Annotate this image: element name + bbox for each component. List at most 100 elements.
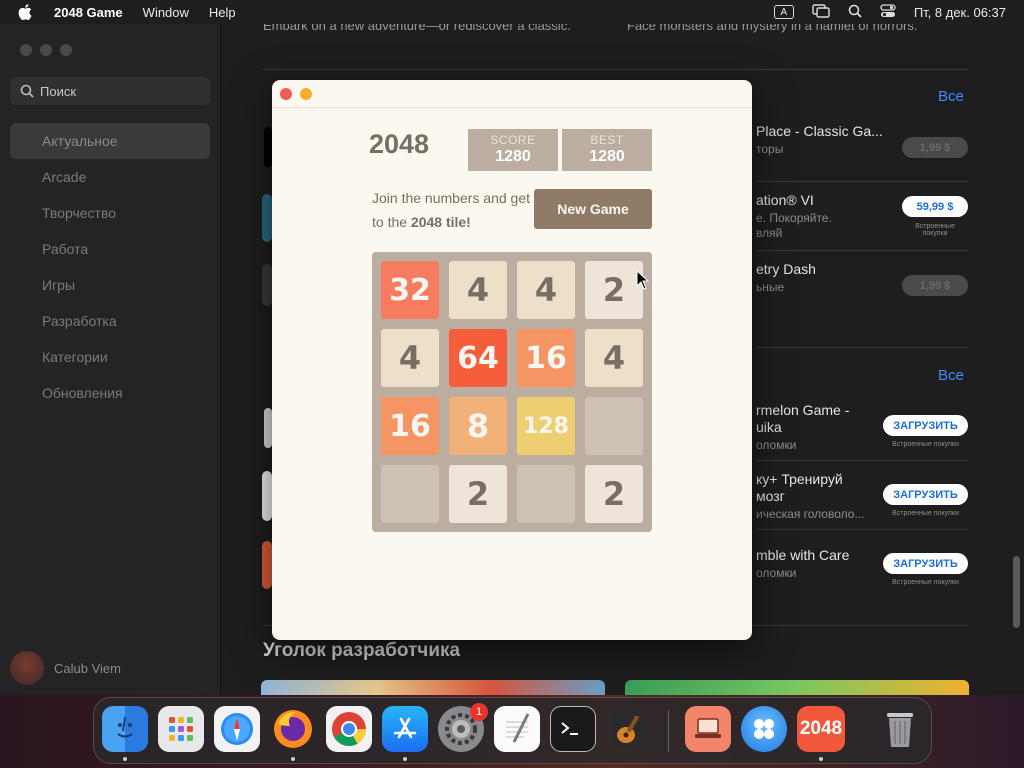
menu-app-name[interactable]: 2048 Game [54, 5, 123, 20]
apple-menu-icon[interactable] [18, 3, 36, 21]
app-category: ьные [756, 280, 785, 294]
tile-16: 16 [381, 397, 439, 455]
avatar [10, 651, 44, 685]
running-indicator [403, 757, 407, 761]
in-app-purchases-note: Встроенные покупки [892, 579, 959, 586]
new-game-button[interactable]: New Game [534, 189, 652, 229]
chrome-icon[interactable] [326, 706, 372, 752]
search-placeholder: Поиск [40, 83, 77, 99]
empty-cell [585, 397, 643, 455]
sidebar-item-create[interactable]: Творчество [10, 195, 210, 231]
sidebar-item-label: Актуальное [42, 133, 118, 149]
get-button[interactable]: ЗАГРУЗИТЬ [883, 553, 968, 574]
app-category: оломки [756, 566, 797, 580]
menu-clock[interactable]: Пт, 8 дек. 06:37 [914, 5, 1006, 20]
sidebar-item-categories[interactable]: Категории [10, 339, 210, 375]
see-all-link[interactable]: Все [938, 88, 964, 105]
price-button[interactable]: 1,99 $ [902, 275, 968, 296]
screen-mirroring-icon[interactable] [812, 3, 830, 21]
app-name[interactable]: Place - Classic Ga... [756, 123, 883, 139]
game-board[interactable]: 32 4 4 2 4 64 16 4 16 8 128 2 2 [372, 252, 652, 532]
sidebar-item-discover[interactable]: Актуальное [10, 123, 210, 159]
see-all-link[interactable]: Все [938, 367, 964, 384]
sidebar-item-updates[interactable]: Обновления [10, 375, 210, 411]
app-name[interactable]: mble with Care [756, 547, 849, 563]
safari-icon[interactable] [214, 706, 260, 752]
dock: 1 2048 [93, 697, 932, 764]
sidebar-item-label: Разработка [42, 313, 117, 329]
score-value: 1280 [495, 148, 531, 165]
sidebar-item-play[interactable]: Игры [10, 267, 210, 303]
app-thumbnail[interactable] [262, 194, 272, 242]
section-title: Уголок разработчика [263, 640, 461, 661]
zoom-button[interactable] [60, 44, 72, 56]
sidebar-item-arcade[interactable]: Arcade [10, 159, 210, 195]
app-thumbnail[interactable] [262, 264, 272, 306]
scrollbar[interactable] [1013, 556, 1020, 628]
dots-app-icon[interactable] [741, 706, 787, 752]
app-store-icon[interactable] [382, 706, 428, 752]
get-button[interactable]: ЗАГРУЗИТЬ [883, 484, 968, 505]
app-name[interactable]: мозг [756, 488, 785, 504]
user-name: Calub Viem [54, 660, 121, 676]
control-center-icon[interactable] [880, 3, 896, 21]
tile-8: 8 [449, 397, 507, 455]
app-thumbnail[interactable] [262, 541, 272, 589]
menu-help[interactable]: Help [209, 5, 236, 20]
finder-icon[interactable] [102, 706, 148, 752]
menu-window[interactable]: Window [143, 5, 189, 20]
story-caption: Face monsters and mystery in a hamlet of… [627, 24, 918, 33]
app-thumbnail[interactable] [264, 408, 272, 448]
app-category: ическая головоло... [756, 507, 865, 521]
garageband-icon[interactable] [606, 706, 652, 752]
launchpad-icon[interactable] [158, 706, 204, 752]
trash-icon[interactable] [877, 706, 923, 752]
app-name[interactable]: etry Dash [756, 261, 816, 277]
remote-desktop-icon[interactable] [685, 706, 731, 752]
firefox-icon[interactable] [270, 706, 316, 752]
sidebar-item-develop[interactable]: Разработка [10, 303, 210, 339]
app-name[interactable]: ation® VI [756, 192, 814, 208]
sidebar-item-label: Творчество [42, 205, 117, 221]
app-store-sidebar: Поиск Актуальное Arcade Творчество Работ… [0, 24, 221, 695]
developer-story-card[interactable] [261, 680, 605, 695]
score-label: SCORE [490, 133, 536, 147]
game-window: 2048 SCORE 1280 BEST 1280 Join the numbe… [272, 80, 752, 640]
sidebar-nav: Актуальное Arcade Творчество Работа Игры… [10, 123, 210, 411]
game-title: 2048 [369, 129, 430, 159]
input-source-icon[interactable]: A [773, 5, 794, 19]
account-button[interactable]: Calub Viem [10, 651, 121, 685]
best-value: 1280 [589, 148, 625, 165]
app-name[interactable]: uika [756, 419, 782, 435]
sidebar-item-work[interactable]: Работа [10, 231, 210, 267]
tile-4: 4 [585, 329, 643, 387]
close-button[interactable] [20, 44, 32, 56]
spotlight-search-icon[interactable] [848, 4, 862, 21]
in-app-purchases-note: Встроенные покупки [915, 223, 955, 237]
tile-4: 4 [381, 329, 439, 387]
app-name[interactable]: ку+ Тренируй [756, 471, 843, 487]
app-subtitle: е. Покоряйте. [756, 211, 832, 225]
game-2048-icon[interactable]: 2048 [797, 706, 845, 752]
app-thumbnail[interactable] [262, 471, 272, 521]
price-button[interactable]: 59,99 $ [902, 196, 968, 217]
search-input[interactable]: Поиск [10, 77, 210, 105]
terminal-icon[interactable] [550, 706, 596, 752]
price-button[interactable]: 1,99 $ [902, 137, 968, 158]
minimize-button[interactable] [300, 88, 312, 100]
app-thumbnail[interactable] [264, 127, 272, 167]
minimize-button[interactable] [40, 44, 52, 56]
get-button[interactable]: ЗАГРУЗИТЬ [883, 415, 968, 436]
close-button[interactable] [280, 88, 292, 100]
empty-cell [381, 465, 439, 523]
textedit-icon[interactable] [494, 706, 540, 752]
best-score-box: BEST 1280 [562, 129, 652, 171]
developer-story-card[interactable] [625, 680, 969, 695]
divider [756, 529, 968, 530]
tile-16: 16 [517, 329, 575, 387]
app-name[interactable]: rmelon Game - [756, 402, 849, 418]
notification-badge: 1 [470, 703, 488, 721]
game-intro: Join the numbers and get to the 2048 til… [372, 186, 532, 234]
running-indicator [819, 757, 823, 761]
sidebar-item-label: Arcade [42, 169, 87, 185]
